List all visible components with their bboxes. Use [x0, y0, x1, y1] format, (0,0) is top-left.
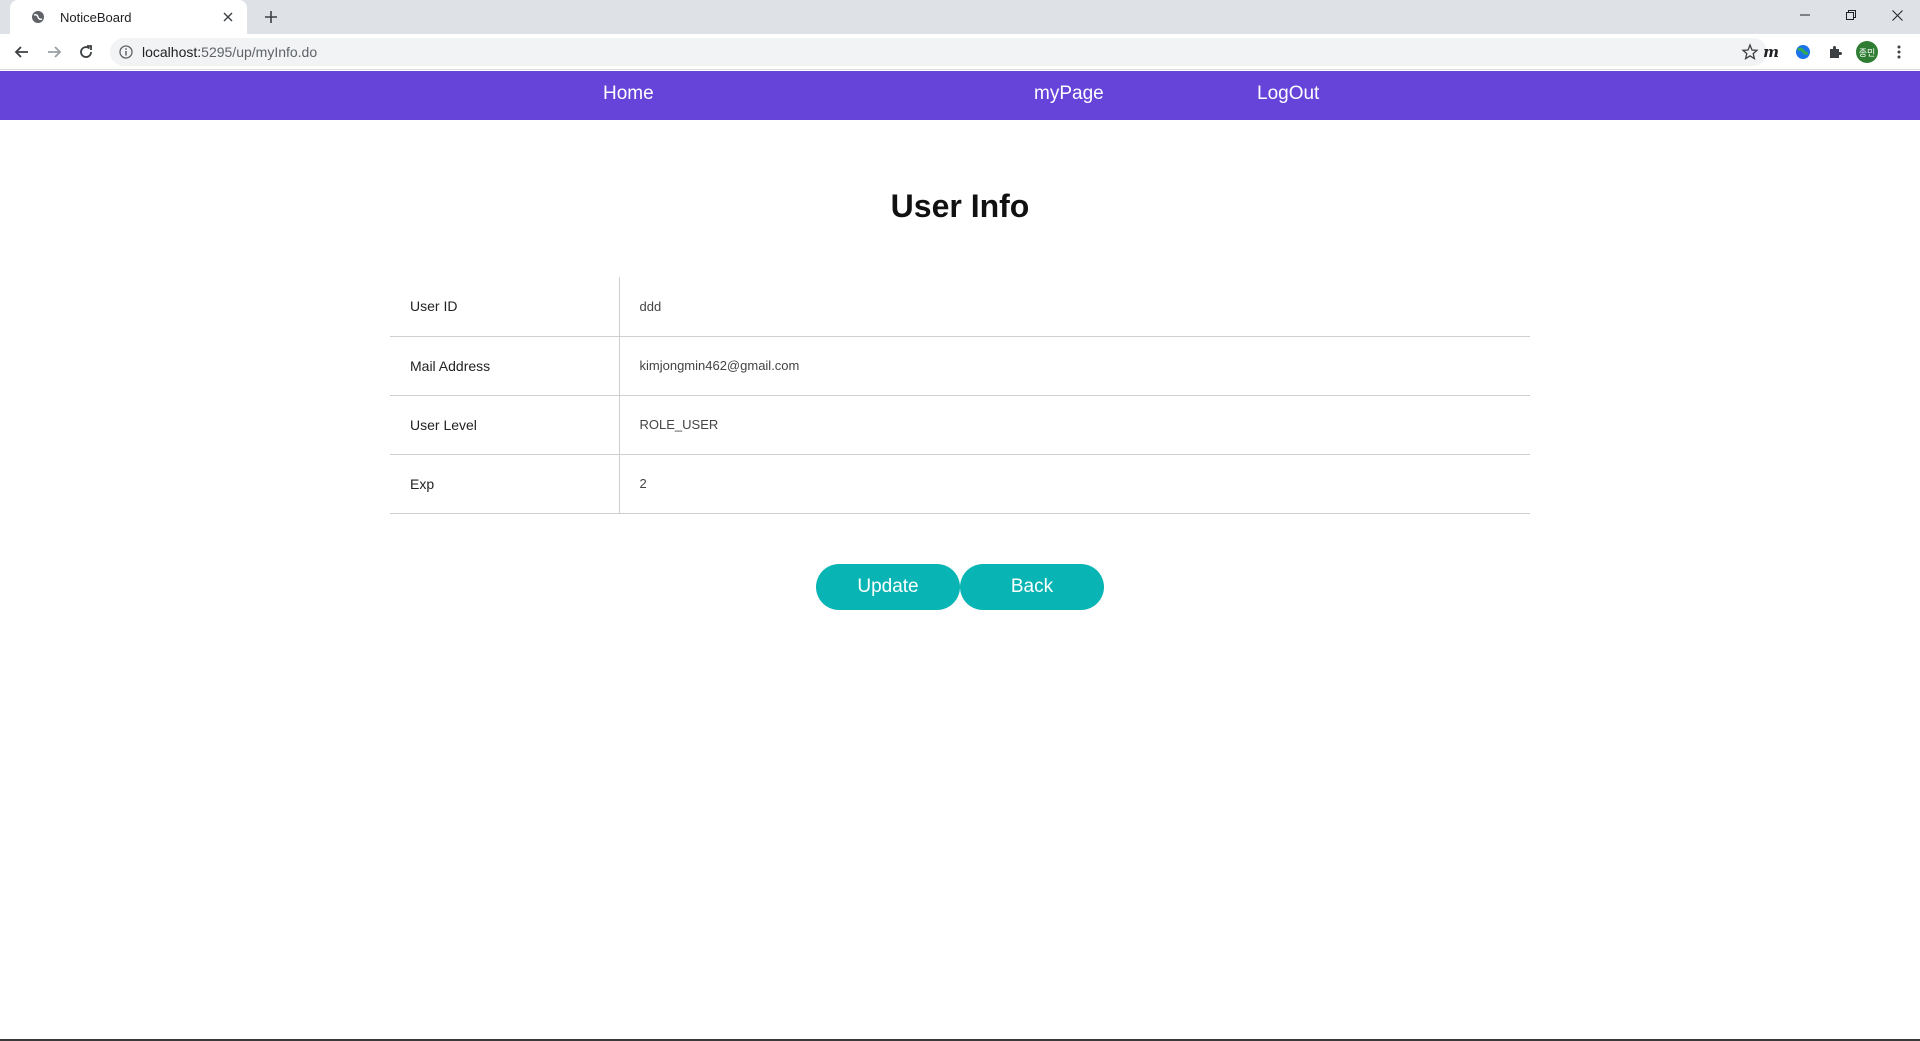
url-text: localhost:5295/up/myInfo.do	[142, 44, 317, 60]
table-row: User ID ddd	[390, 277, 1530, 337]
tab-title: NoticeBoard	[60, 9, 132, 25]
mail-address-value: kimjongmin462@gmail.com	[619, 336, 1530, 396]
exp-value: 2	[619, 454, 1530, 514]
globe-icon	[30, 9, 46, 25]
nav-mypage-link[interactable]: myPage	[1034, 83, 1104, 105]
globe-extension-icon[interactable]	[1792, 41, 1814, 63]
forward-arrow-icon[interactable]	[38, 36, 70, 68]
update-button[interactable]: Update	[816, 564, 960, 610]
minimize-icon[interactable]	[1782, 0, 1828, 30]
more-menu-icon[interactable]	[1888, 41, 1910, 63]
back-button[interactable]: Back	[960, 564, 1104, 610]
bookmark-star-icon[interactable]	[1741, 43, 1759, 61]
user-level-label: User Level	[390, 395, 620, 455]
extensions-area: m 종민	[1760, 38, 1910, 66]
m-extension-icon[interactable]: m	[1760, 41, 1782, 63]
browser-tabstrip: NoticeBoard	[0, 0, 1920, 34]
nav-logout-link[interactable]: LogOut	[1257, 83, 1319, 105]
browser-toolbar: localhost:5295/up/myInfo.do m 종민	[0, 34, 1920, 70]
table-row: User Level ROLE_USER	[390, 395, 1530, 455]
mail-address-label: Mail Address	[390, 336, 620, 396]
close-window-icon[interactable]	[1874, 0, 1920, 30]
back-arrow-icon[interactable]	[6, 36, 38, 68]
reload-icon[interactable]	[70, 36, 102, 68]
user-info-table: User ID ddd Mail Address kimjongmin462@g…	[390, 277, 1530, 514]
url-path: 5295/up/myInfo.do	[201, 44, 318, 60]
site-navbar: Home myPage LogOut	[0, 71, 1920, 120]
page-viewport: Home myPage LogOut User Info User ID ddd…	[0, 71, 1920, 1041]
page-title: User Info	[890, 188, 1030, 224]
url-host: localhost:	[142, 44, 202, 60]
user-level-value: ROLE_USER	[619, 395, 1530, 455]
user-id-label: User ID	[390, 277, 620, 337]
close-tab-icon[interactable]	[219, 8, 237, 26]
new-tab-icon[interactable]	[260, 6, 282, 28]
exp-label: Exp	[390, 454, 620, 514]
restore-icon[interactable]	[1828, 0, 1874, 30]
user-id-value: ddd	[619, 277, 1530, 337]
action-buttons: Update Back	[816, 564, 1104, 610]
address-bar[interactable]: localhost:5295/up/myInfo.do	[110, 38, 1767, 66]
info-icon[interactable]	[118, 44, 134, 60]
table-row: Exp 2	[390, 454, 1530, 514]
window-controls	[1782, 0, 1920, 30]
nav-home-link[interactable]: Home	[603, 83, 654, 105]
browser-tab[interactable]: NoticeBoard	[10, 0, 247, 34]
table-row: Mail Address kimjongmin462@gmail.com	[390, 336, 1530, 396]
profile-avatar[interactable]: 종민	[1856, 41, 1878, 63]
puzzle-extensions-icon[interactable]	[1824, 41, 1846, 63]
